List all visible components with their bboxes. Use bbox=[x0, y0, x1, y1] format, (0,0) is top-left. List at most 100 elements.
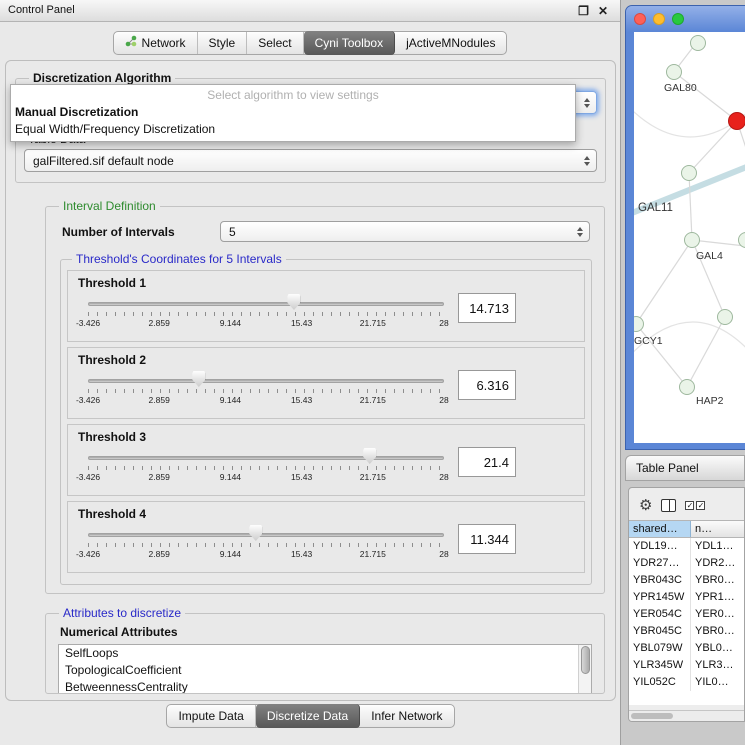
slider-thumb[interactable] bbox=[363, 448, 376, 464]
scale-label: 15.43 bbox=[291, 472, 312, 482]
tab-style[interactable]: Style bbox=[198, 32, 248, 54]
threshold-4-value-field[interactable]: 11.344 bbox=[458, 524, 516, 554]
network-node[interactable] bbox=[690, 35, 706, 51]
threshold-label: Threshold 2 bbox=[78, 353, 576, 367]
cell[interactable]: YDR27… bbox=[629, 555, 691, 572]
threshold-3-value-field[interactable]: 21.4 bbox=[458, 447, 516, 477]
slider-ticks bbox=[88, 466, 444, 470]
tab-cyni-toolbox[interactable]: Cyni Toolbox bbox=[304, 31, 395, 55]
slider-track[interactable] bbox=[88, 302, 444, 306]
slider-track[interactable] bbox=[88, 533, 444, 537]
threshold-3-slider[interactable]: -3.426 2.859 9.144 15.43 21.715 28 bbox=[88, 447, 444, 487]
tab-jactivemnodules[interactable]: jActiveMNodules bbox=[395, 32, 506, 54]
tab-discretize-data[interactable]: Discretize Data bbox=[256, 704, 360, 728]
table-row[interactable]: YER054CYER0… bbox=[629, 606, 744, 623]
gear-icon[interactable]: ⚙ bbox=[639, 498, 652, 513]
cell[interactable]: YPR1… bbox=[691, 589, 744, 606]
control-panel-titlebar: Control Panel ❐ ✕ bbox=[0, 0, 620, 22]
cell[interactable]: YLR345W bbox=[629, 657, 691, 674]
slider-thumb[interactable] bbox=[192, 371, 205, 387]
network-node-gal11[interactable] bbox=[681, 165, 697, 181]
scale-label: -3.426 bbox=[76, 318, 100, 328]
minimize-traffic-light-icon[interactable] bbox=[653, 13, 665, 25]
slider-track[interactable] bbox=[88, 379, 444, 383]
dropdown-option-equal-width-frequency[interactable]: Equal Width/Frequency Discretization bbox=[11, 121, 575, 138]
scrollbar-thumb[interactable] bbox=[631, 713, 673, 719]
table-row[interactable]: YBL079WYBL0… bbox=[629, 640, 744, 657]
network-node-hap2[interactable] bbox=[679, 379, 695, 395]
table-row[interactable]: YDL19…YDL1… bbox=[629, 538, 744, 555]
checkbox-icon[interactable]: ✓ bbox=[696, 501, 705, 510]
table-row[interactable]: YDR27…YDR2… bbox=[629, 555, 744, 572]
cell[interactable]: YDL19… bbox=[629, 538, 691, 555]
scale-label: 2.859 bbox=[149, 549, 170, 559]
threshold-label: Threshold 4 bbox=[78, 507, 576, 521]
close-traffic-light-icon[interactable] bbox=[634, 13, 646, 25]
threshold-2-value-field[interactable]: 6.316 bbox=[458, 370, 516, 400]
scale-label: 9.144 bbox=[220, 472, 241, 482]
cell[interactable]: YER054C bbox=[629, 606, 691, 623]
tab-impute-data[interactable]: Impute Data bbox=[167, 705, 255, 727]
cell[interactable]: YBR0… bbox=[691, 623, 744, 640]
close-icon[interactable]: ✕ bbox=[598, 1, 608, 22]
cell[interactable]: YIL0… bbox=[691, 674, 744, 691]
column-header-shared-name[interactable]: shared… bbox=[629, 521, 691, 537]
cell[interactable]: YBR0… bbox=[691, 572, 744, 589]
stepper-arrows-icon bbox=[584, 156, 592, 166]
zoom-traffic-light-icon[interactable] bbox=[672, 13, 684, 25]
cell[interactable]: YPR145W bbox=[629, 589, 691, 606]
cell[interactable]: YDL1… bbox=[691, 538, 744, 555]
network-node-gal80[interactable] bbox=[666, 64, 682, 80]
tab-infer-network[interactable]: Infer Network bbox=[360, 705, 453, 727]
threshold-1-slider[interactable]: -3.426 2.859 9.144 15.43 21.715 28 bbox=[88, 293, 444, 333]
float-window-icon[interactable]: ❐ bbox=[578, 1, 589, 22]
numerical-attributes-list[interactable]: SelfLoops TopologicalCoefficient Between… bbox=[58, 644, 592, 694]
threshold-1-value-field[interactable]: 14.713 bbox=[458, 293, 516, 323]
cell[interactable]: YBR043C bbox=[629, 572, 691, 589]
scrollbar-thumb[interactable] bbox=[581, 646, 590, 674]
scale-label: 21.715 bbox=[360, 318, 386, 328]
horizontal-scrollbar[interactable] bbox=[629, 710, 744, 721]
network-node[interactable] bbox=[717, 309, 733, 325]
select-columns-icons[interactable]: ✓ ✓ bbox=[685, 501, 705, 510]
table-columns-icon[interactable] bbox=[661, 499, 676, 512]
threshold-2-slider[interactable]: -3.426 2.859 9.144 15.43 21.715 28 bbox=[88, 370, 444, 410]
table-panel-header[interactable]: Table Panel bbox=[625, 455, 745, 481]
cell[interactable]: YER0… bbox=[691, 606, 744, 623]
node-label: GAL11 bbox=[638, 202, 673, 214]
scale-label: 15.43 bbox=[291, 395, 312, 405]
scale-label: 15.43 bbox=[291, 318, 312, 328]
table-row[interactable]: YPR145WYPR1… bbox=[629, 589, 744, 606]
number-of-intervals-value: 5 bbox=[229, 225, 236, 239]
table-row[interactable]: YBR043CYBR0… bbox=[629, 572, 744, 589]
vertical-scrollbar[interactable] bbox=[578, 645, 591, 693]
list-item[interactable]: TopologicalCoefficient bbox=[59, 662, 591, 679]
slider-thumb[interactable] bbox=[249, 525, 262, 541]
cell[interactable]: YLR3… bbox=[691, 657, 744, 674]
cell[interactable]: YBL079W bbox=[629, 640, 691, 657]
table-row[interactable]: YBR045CYBR0… bbox=[629, 623, 744, 640]
checkbox-icon[interactable]: ✓ bbox=[685, 501, 694, 510]
tab-select[interactable]: Select bbox=[247, 32, 303, 54]
threshold-4-slider[interactable]: -3.426 2.859 9.144 15.43 21.715 28 bbox=[88, 524, 444, 564]
slider-thumb[interactable] bbox=[287, 294, 300, 310]
list-item[interactable]: SelfLoops bbox=[59, 645, 591, 662]
scale-label: 2.859 bbox=[149, 472, 170, 482]
algorithm-dropdown-popup: Select algorithm to view settings Manual… bbox=[10, 84, 576, 142]
table-row[interactable]: YIL052CYIL0… bbox=[629, 674, 744, 691]
tab-network[interactable]: Network bbox=[114, 32, 198, 54]
cell[interactable]: YBR045C bbox=[629, 623, 691, 640]
slider-track[interactable] bbox=[88, 456, 444, 460]
cell[interactable]: YBL0… bbox=[691, 640, 744, 657]
network-canvas[interactable]: GAL80 GAL11 GAL4 GCY1 HAP2 bbox=[634, 32, 745, 443]
dropdown-option-manual-discretization[interactable]: Manual Discretization bbox=[11, 104, 575, 121]
table-data-select[interactable]: galFiltered.sif default node bbox=[24, 149, 597, 172]
network-node-selected[interactable] bbox=[728, 112, 745, 130]
cell[interactable]: YIL052C bbox=[629, 674, 691, 691]
table-row[interactable]: YLR345WYLR3… bbox=[629, 657, 744, 674]
number-of-intervals-select[interactable]: 5 bbox=[220, 221, 590, 242]
cell[interactable]: YDR2… bbox=[691, 555, 744, 572]
column-header-name[interactable]: n… bbox=[691, 521, 744, 537]
list-item[interactable]: BetweennessCentrality bbox=[59, 679, 591, 694]
network-node-gal4[interactable] bbox=[684, 232, 700, 248]
